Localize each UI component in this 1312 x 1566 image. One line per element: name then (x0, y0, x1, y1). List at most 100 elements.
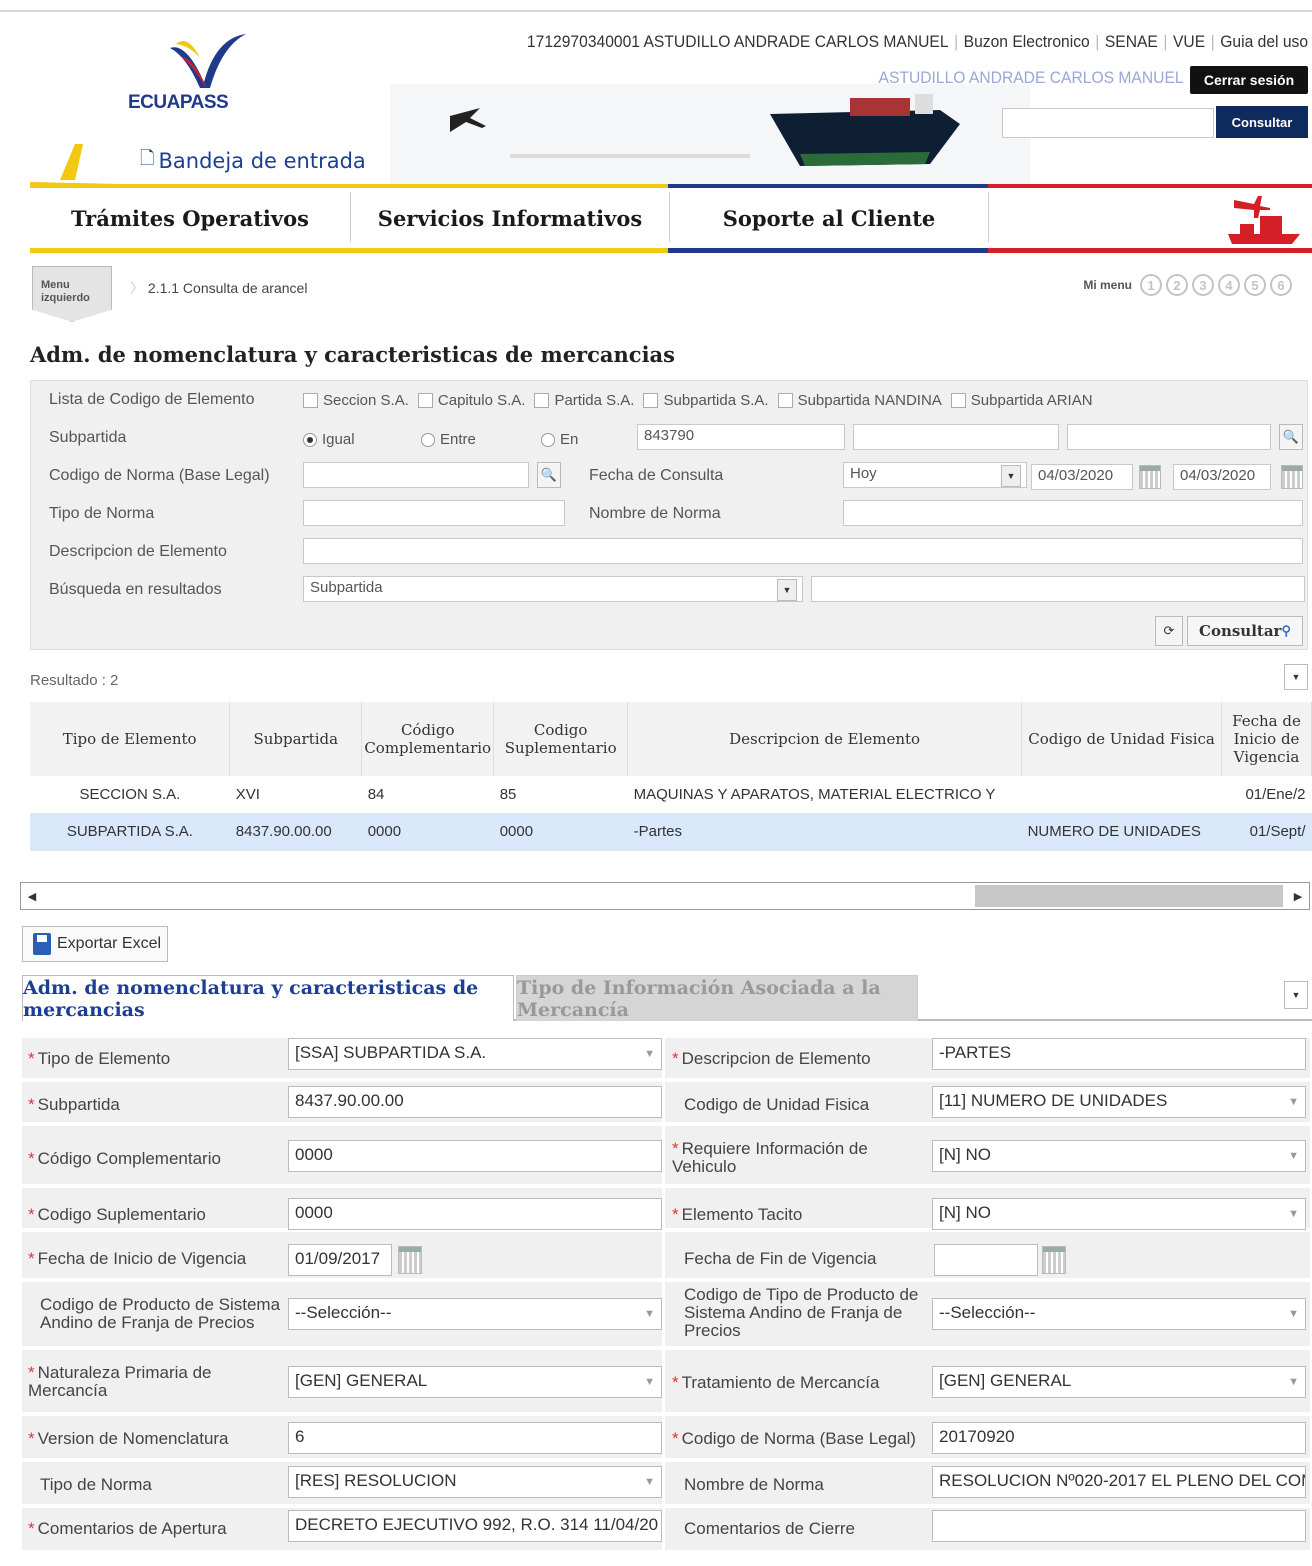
busqueda-select[interactable]: Subpartida (303, 576, 803, 602)
export-excel-button[interactable]: Exportar Excel (22, 926, 168, 962)
prod-sistema-label: Codigo de Producto de Sistema Andino de … (40, 1295, 281, 1332)
header-search-input[interactable] (1002, 108, 1214, 138)
req-vehiculo-select[interactable]: [N] NO ▼ (932, 1140, 1306, 1172)
descripcion-input[interactable] (303, 538, 1303, 564)
busqueda-input[interactable] (811, 576, 1305, 602)
col-unidad[interactable]: Codigo de Unidad Fisica (1021, 702, 1222, 776)
result-count: Resultado : 2 (30, 672, 119, 689)
tipo-prod-sistema-label: Codigo de Tipo de Producto de Sistema An… (684, 1285, 919, 1340)
norma-search-icon[interactable]: 🔍 (537, 462, 561, 488)
scroll-thumb[interactable] (975, 885, 1283, 907)
inicio-vigencia-input[interactable]: 01/09/2017 (288, 1244, 392, 1276)
collapse-icon[interactable]: ▼ (1284, 664, 1308, 690)
col-subpartida[interactable]: Subpartida (229, 702, 363, 776)
radio-entre[interactable]: Entre (421, 431, 476, 448)
radio-igual[interactable]: Igual (303, 431, 355, 448)
fecha-to-input[interactable]: 04/03/2020 (1173, 464, 1271, 490)
nombre-norma-input[interactable] (843, 500, 1303, 526)
mi-menu-item-4[interactable]: 4 (1218, 274, 1240, 296)
scroll-right-icon[interactable]: ▶ (1289, 886, 1307, 906)
calendar-icon[interactable] (1281, 465, 1303, 489)
mi-menu-item-5[interactable]: 5 (1244, 274, 1266, 296)
logout-button[interactable]: Cerrar sesión (1190, 66, 1308, 94)
tacito-select[interactable]: [N] NO ▼ (932, 1198, 1306, 1230)
checkbox-nandina[interactable]: Subpartida NANDINA (777, 392, 942, 409)
link-guia[interactable]: Guia del uso (1220, 32, 1308, 51)
complementario-field[interactable]: 0000 (288, 1140, 662, 1172)
nav-soporte[interactable]: Soporte al Cliente (670, 190, 988, 246)
mi-menu-item-3[interactable]: 3 (1192, 274, 1214, 296)
mi-menu-item-6[interactable]: 6 (1270, 274, 1292, 296)
checkbox-arian[interactable]: Subpartida ARIAN (950, 392, 1093, 409)
horizontal-scrollbar[interactable]: ◀ ▶ (20, 882, 1310, 910)
calendar-icon[interactable] (1042, 1246, 1066, 1274)
left-menu-label: Menu izquierdo (41, 279, 90, 304)
export-label: Exportar Excel (57, 935, 162, 952)
subpartida-input[interactable]: 843790 (637, 424, 845, 450)
nav-servicios[interactable]: Servicios Informativos (351, 190, 669, 246)
scroll-left-icon[interactable]: ◀ (23, 886, 41, 906)
version-field[interactable]: 6 (288, 1422, 662, 1454)
link-buzon[interactable]: Buzon Electronico (964, 32, 1090, 51)
header-consult-button[interactable]: Consultar (1216, 106, 1308, 138)
checkbox-capitulo[interactable]: Capitulo S.A. (417, 392, 525, 409)
left-menu-tab[interactable]: Menu izquierdo (32, 266, 112, 322)
nombre-norma-label: Nombre de Norma (589, 505, 721, 522)
subpartida-field[interactable]: 8437.90.00.00 (288, 1086, 662, 1118)
user-name: ASTUDILLO ANDRADE CARLOS MANUEL (878, 68, 1184, 87)
tab-nomenclatura[interactable]: Adm. de nomenclatura y caracteristicas d… (22, 975, 514, 1021)
col-fecha-inicio[interactable]: Fecha de Inicio de Vigencia (1221, 702, 1312, 776)
col-suplementario[interactable]: Codigo Suplementario (493, 702, 629, 776)
checkbox-partida[interactable]: Partida S.A. (534, 392, 634, 409)
main-nav: Trámites Operativos Servicios Informativ… (30, 184, 1312, 254)
com-cierre-field[interactable] (932, 1510, 1306, 1542)
naturaleza-select[interactable]: [GEN] GENERAL ▼ (288, 1366, 662, 1398)
fecha-select[interactable]: Hoy (843, 462, 1027, 488)
cell-tipo: SECCION S.A. (30, 776, 230, 814)
calendar-icon[interactable] (1139, 465, 1161, 489)
checkbox-subpartida[interactable]: Subpartida S.A. (643, 392, 769, 409)
norma-legal-field[interactable]: 20170920 (932, 1422, 1306, 1454)
prod-sistema-select[interactable]: --Selección-- ▼ (288, 1298, 662, 1330)
tabs-collapse-icon[interactable]: ▼ (1284, 981, 1308, 1009)
fecha-from-input[interactable]: 04/03/2020 (1031, 464, 1133, 490)
results-table: Tipo de Elemento Subpartida Código Compl… (30, 702, 1312, 862)
table-row[interactable]: SECCION S.A. XVI 84 85 MAQUINAS Y APARAT… (30, 776, 1312, 814)
tipo-elemento-select[interactable]: [SSA] SUBPARTIDA S.A. ▼ (288, 1038, 662, 1070)
norma-input[interactable] (303, 462, 529, 488)
fecha-dropdown-icon[interactable]: ▼ (1001, 465, 1021, 487)
busqueda-dropdown-icon[interactable]: ▼ (777, 579, 797, 601)
checkbox-seccion[interactable]: Seccion S.A. (303, 392, 409, 409)
link-senae[interactable]: SENAE (1105, 32, 1158, 51)
link-vue[interactable]: VUE (1173, 32, 1205, 51)
radio-en[interactable]: En (541, 431, 578, 448)
tipo-norma-select[interactable]: [RES] RESOLUCION ▼ (288, 1466, 662, 1498)
tratamiento-select[interactable]: [GEN] GENERAL ▼ (932, 1366, 1306, 1398)
consultar-button[interactable]: Consultar ⚲ (1187, 616, 1303, 646)
inicio-vigencia-label: * Fecha de Inicio de Vigencia (28, 1249, 247, 1268)
col-tipo[interactable]: Tipo de Elemento (30, 702, 231, 776)
subpartida-input-3[interactable] (1067, 424, 1271, 450)
mi-menu-item-1[interactable]: 1 (1140, 274, 1162, 296)
calendar-icon[interactable] (398, 1246, 422, 1274)
suplementario-field[interactable]: 0000 (288, 1198, 662, 1230)
table-row[interactable]: SUBPARTIDA S.A. 8437.90.00.00 0000 0000 … (30, 813, 1312, 851)
tab-informacion[interactable]: Tipo de Información Asociada a la Mercan… (516, 975, 918, 1021)
col-complementario[interactable]: Código Complementario (361, 702, 495, 776)
descripcion-label: Descripcion de Elemento (49, 543, 227, 560)
tipo-norma-input[interactable] (303, 500, 565, 526)
tipo-prod-sistema-select[interactable]: --Selección-- ▼ (932, 1298, 1306, 1330)
descripcion-elemento-input[interactable]: -PARTES (932, 1038, 1306, 1070)
col-descripcion[interactable]: Descripcion de Elemento (627, 702, 1023, 776)
plane-ship-icon (1228, 196, 1300, 244)
unidad-fisica-select[interactable]: [11] NUMERO DE UNIDADES ▼ (932, 1086, 1306, 1118)
nombre-norma-field[interactable]: RESOLUCION Nº020-2017 EL PLENO DEL COME (932, 1466, 1306, 1498)
com-apertura-field[interactable]: DECRETO EJECUTIVO 992, R.O. 314 11/04/20 (288, 1510, 662, 1542)
fin-vigencia-input[interactable] (934, 1244, 1038, 1276)
mi-menu-item-2[interactable]: 2 (1166, 274, 1188, 296)
nav-tramites[interactable]: Trámites Operativos (30, 190, 350, 246)
reset-icon[interactable]: ⟳ (1155, 616, 1183, 646)
subpartida-search-icon[interactable]: 🔍 (1279, 424, 1303, 450)
subpartida-input-2[interactable] (853, 424, 1059, 450)
inbox-link[interactable]: 🗋 Bandeja de entrada (140, 146, 366, 176)
